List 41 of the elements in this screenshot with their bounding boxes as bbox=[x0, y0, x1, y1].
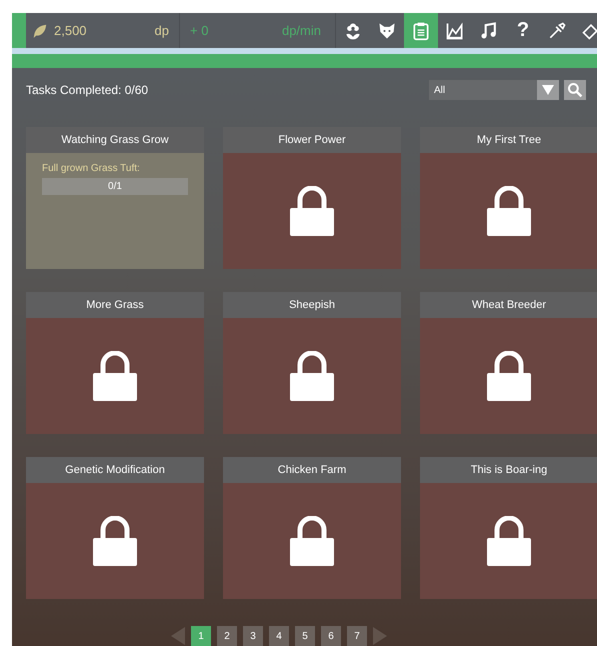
caret-icon bbox=[542, 85, 554, 95]
fox-icon bbox=[377, 20, 397, 40]
chart-icon bbox=[445, 20, 465, 40]
task-title: Wheat Breeder bbox=[420, 292, 597, 318]
resource-amount: 2,500 bbox=[54, 23, 88, 38]
rate-amount: + 0 bbox=[190, 23, 208, 38]
lock-icon bbox=[290, 351, 334, 401]
page-button[interactable]: 7 bbox=[347, 626, 367, 646]
task-title: Watching Grass Grow bbox=[26, 127, 204, 153]
progress-text: 0/1 bbox=[107, 180, 123, 194]
resource-unit: dp bbox=[154, 23, 169, 38]
page-button[interactable]: 2 bbox=[217, 626, 237, 646]
task-title: Flower Power bbox=[223, 127, 401, 153]
task-title: Genetic Modification bbox=[26, 457, 204, 483]
page-button[interactable]: 4 bbox=[269, 626, 289, 646]
page-button[interactable]: 6 bbox=[321, 626, 341, 646]
search-button[interactable] bbox=[564, 80, 586, 100]
leaf-icon bbox=[32, 22, 48, 38]
rate-unit: dp/min bbox=[282, 23, 321, 38]
tasks-completed: Tasks Completed: 0/60 bbox=[26, 83, 150, 97]
page-button[interactable]: 5 bbox=[295, 626, 315, 646]
page-button[interactable]: 3 bbox=[243, 626, 263, 646]
accent-strip bbox=[12, 13, 26, 48]
task-title: Sheepish bbox=[223, 292, 401, 318]
lock-icon bbox=[487, 351, 531, 401]
clipboard-icon bbox=[411, 20, 431, 40]
music-note-icon bbox=[479, 20, 499, 40]
task-title: Chicken Farm bbox=[223, 457, 401, 483]
lock-icon bbox=[290, 516, 334, 566]
lock-icon bbox=[93, 516, 137, 566]
filter-dropdown[interactable]: All bbox=[429, 80, 559, 100]
dropper-icon bbox=[547, 20, 567, 40]
help-button[interactable]: ? bbox=[506, 13, 540, 48]
task-title: This is Boar-ing bbox=[420, 457, 597, 483]
lock-icon bbox=[93, 351, 137, 401]
lock-icon bbox=[290, 186, 334, 236]
lock-icon bbox=[487, 516, 531, 566]
requirement-label: Full grown Grass Tuft: bbox=[42, 163, 141, 174]
lock-icon bbox=[487, 186, 531, 236]
task-title: More Grass bbox=[26, 292, 204, 318]
task-title: My First Tree bbox=[420, 127, 597, 153]
